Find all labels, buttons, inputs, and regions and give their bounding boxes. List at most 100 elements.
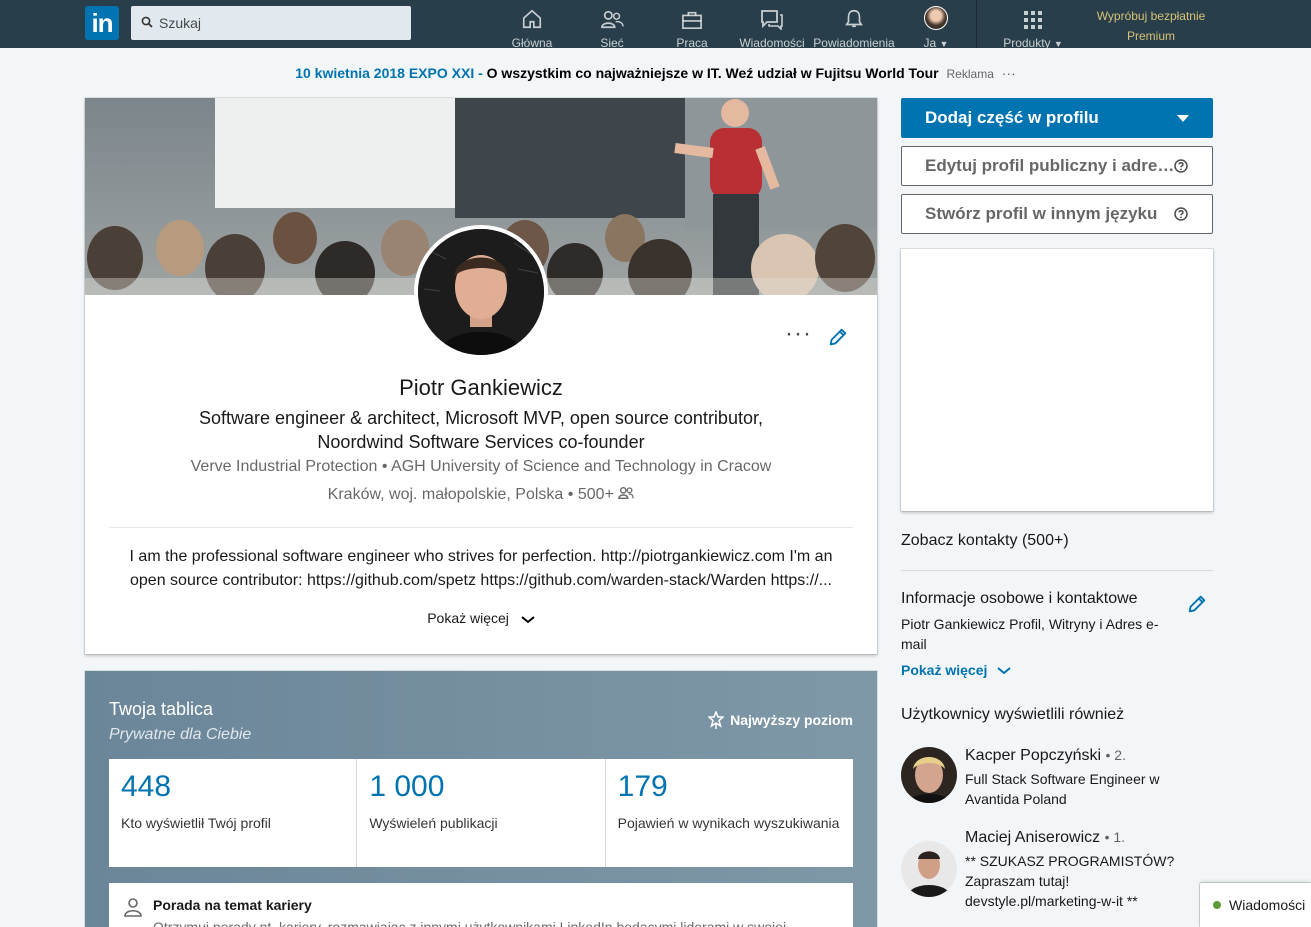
nav-me[interactable]: Ja ▼ xyxy=(918,6,954,50)
nav-home-label: Główna xyxy=(511,36,553,50)
nav-messages[interactable]: Wiadomości xyxy=(737,6,807,50)
rail-divider xyxy=(901,570,1213,571)
profile-school[interactable]: AGH University of Science and Technology… xyxy=(391,458,771,475)
stat-value: 179 xyxy=(617,770,668,803)
avatar-image xyxy=(901,841,957,897)
ad-banner[interactable]: 10 kwietnia 2018 EXPO XXI - O wszystkim … xyxy=(0,60,1311,87)
person-headline: Full Stack Software Engineer w Avantida … xyxy=(965,771,1160,807)
person-name[interactable]: Kacper Popczyński xyxy=(965,747,1101,764)
see-contacts-link[interactable]: Zobacz kontakty (500+) xyxy=(901,532,1069,550)
profile-summary: I am the professional software engineer … xyxy=(109,545,853,593)
nav-home[interactable]: Główna xyxy=(505,6,559,50)
stat-label: Pojawień w wynikach wyszukiwania xyxy=(617,815,840,831)
stat-value: 448 xyxy=(121,770,172,803)
profile-affiliations: Verve Industrial Protection • AGH Univer… xyxy=(85,458,877,476)
stat-search-appearances[interactable]: 179 Pojawień w wynikach wyszukiwania xyxy=(606,759,853,867)
profile-photo[interactable] xyxy=(414,225,548,359)
avatar[interactable] xyxy=(901,747,957,803)
dashboard-subtitle: Prywatne dla Ciebie xyxy=(109,726,252,743)
person-name[interactable]: Maciej Aniserowicz xyxy=(965,829,1100,846)
also-viewed-person[interactable]: Maciej Aniserowicz • 1. ** SZUKASZ PROGR… xyxy=(901,829,1213,909)
nav-notifications[interactable]: Powiadomienia xyxy=(812,6,896,50)
profile-name: Piotr Gankiewicz xyxy=(399,375,563,400)
person-degree: • 2. xyxy=(1105,747,1126,763)
edit-intro-pencil-icon[interactable] xyxy=(827,326,849,348)
add-profile-section-label: Dodaj część w profilu xyxy=(925,108,1099,127)
dashboard-level[interactable]: Najwyższy poziom xyxy=(708,711,853,729)
grid-icon xyxy=(1024,11,1042,29)
premium-link[interactable]: Wypróbuj bezpłatnie Premium xyxy=(1086,6,1216,46)
dashboard-title: Twoja tablica xyxy=(109,699,214,719)
stat-profile-views[interactable]: 448 Kto wyświetlił Twój profil xyxy=(109,759,358,867)
caret-down-icon: ▼ xyxy=(939,39,949,49)
messaging-overlay-button[interactable]: Wiadomości xyxy=(1200,883,1311,927)
dashboard-card: Twoja tablica Prywatne dla Ciebie Najwyż… xyxy=(85,671,877,927)
profile-headline: Software engineer & architect, Microsoft… xyxy=(199,408,763,452)
bell-icon xyxy=(845,9,863,28)
profile-company[interactable]: Verve Industrial Protection xyxy=(191,458,378,475)
stat-label: Wyświeleń publikacji xyxy=(369,815,498,831)
avatar xyxy=(924,6,948,30)
ad-more-icon[interactable]: ··· xyxy=(1002,65,1016,81)
search-input[interactable] xyxy=(159,6,407,40)
nav-jobs-label: Praca xyxy=(676,36,708,50)
messaging-label: Wiadomości xyxy=(1229,897,1306,913)
avatar[interactable] xyxy=(901,841,957,897)
briefcase-icon xyxy=(682,11,702,29)
chevron-down-icon xyxy=(521,616,535,624)
separator-dot: • xyxy=(381,458,392,475)
nav-separator xyxy=(976,0,977,48)
contact-show-more-button[interactable]: Pokaż więcej xyxy=(901,662,1011,678)
contact-info-desc: Piotr Gankiewicz Profil, Witryny i Adres… xyxy=(901,616,1159,652)
profile-divider xyxy=(109,527,853,528)
ad-link[interactable]: 10 kwietnia 2018 EXPO XXI - xyxy=(295,65,483,81)
nav-me-label: Ja xyxy=(923,36,937,50)
other-language-profile-button[interactable]: Stwórz profil w innym języku xyxy=(901,194,1213,234)
profile-card: ··· Piotr Gankiewicz Software engineer &… xyxy=(85,98,877,654)
profile-connections[interactable]: 500+ xyxy=(578,486,614,503)
show-more-button[interactable]: Pokaż więcej xyxy=(85,610,877,626)
profile-location-row: Kraków, woj. małopolskie, Polska • 500+ xyxy=(85,486,877,504)
online-status-icon xyxy=(1213,901,1221,909)
also-viewed-person[interactable]: Kacper Popczyński • 2. Full Stack Softwa… xyxy=(901,747,1213,807)
summary-line-1: I am the professional software engineer … xyxy=(129,548,833,565)
also-viewed-title: Użytkownicy wyświetlili również xyxy=(901,706,1125,723)
profile-photo-image xyxy=(418,229,544,355)
profile-location: Kraków, woj. małopolskie, Polska xyxy=(327,486,564,503)
chevron-down-icon xyxy=(997,667,1011,675)
career-advice-title: Porada na temat kariery xyxy=(153,897,312,913)
premium-line2: Premium xyxy=(1126,29,1175,43)
contact-show-more-label: Pokaż więcej xyxy=(901,662,988,678)
linkedin-logo[interactable]: in xyxy=(85,6,119,40)
ad-text[interactable]: O wszystkim co najważniejsze w IT. Weź u… xyxy=(487,65,939,81)
search-icon xyxy=(141,16,153,28)
nav-products[interactable]: Produkty ▼ xyxy=(995,6,1071,50)
help-icon[interactable] xyxy=(1174,207,1188,221)
summary-line-2: open source contributor: https://github.… xyxy=(130,572,832,589)
separator-dot: • xyxy=(567,486,578,503)
ad-placeholder xyxy=(901,249,1213,511)
nav-messages-label: Wiadomości xyxy=(739,36,805,50)
stat-value: 1 000 xyxy=(369,770,445,803)
top-nav: in Główna Sieć Praca Wiadomości Powiadom… xyxy=(0,0,1311,50)
help-icon[interactable] xyxy=(1174,159,1188,173)
edit-public-profile-button[interactable]: Edytuj profil publiczny i adres URL xyxy=(901,146,1213,186)
more-actions-icon[interactable]: ··· xyxy=(785,322,812,346)
stat-post-views[interactable]: 1 000 Wyświeleń publikacji xyxy=(357,759,606,867)
nav-network[interactable]: Sieć xyxy=(585,6,639,50)
other-language-profile-label: Stwórz profil w innym języku xyxy=(925,204,1158,223)
premium-line1: Wypróbuj bezpłatnie xyxy=(1096,9,1206,23)
caret-down-icon xyxy=(1177,115,1189,122)
edit-public-profile-label: Edytuj profil publiczny i adres URL xyxy=(925,156,1175,175)
nav-network-label: Sieć xyxy=(600,36,624,50)
search-box[interactable] xyxy=(131,6,411,40)
career-advice-desc: Otrzymuj porady nt. kariery, rozmawiając… xyxy=(153,919,787,927)
career-advice-card[interactable]: Porada na temat kariery Otrzymuj porady … xyxy=(109,883,853,927)
connections-icon xyxy=(618,486,635,500)
avatar-image xyxy=(901,747,957,803)
contact-info-title: Informacje osobowe i kontaktowe xyxy=(901,590,1138,607)
edit-contact-pencil-icon[interactable] xyxy=(1186,593,1208,615)
nav-jobs[interactable]: Praca xyxy=(665,6,719,50)
home-icon xyxy=(522,9,542,29)
add-profile-section-button[interactable]: Dodaj część w profilu xyxy=(901,98,1213,138)
